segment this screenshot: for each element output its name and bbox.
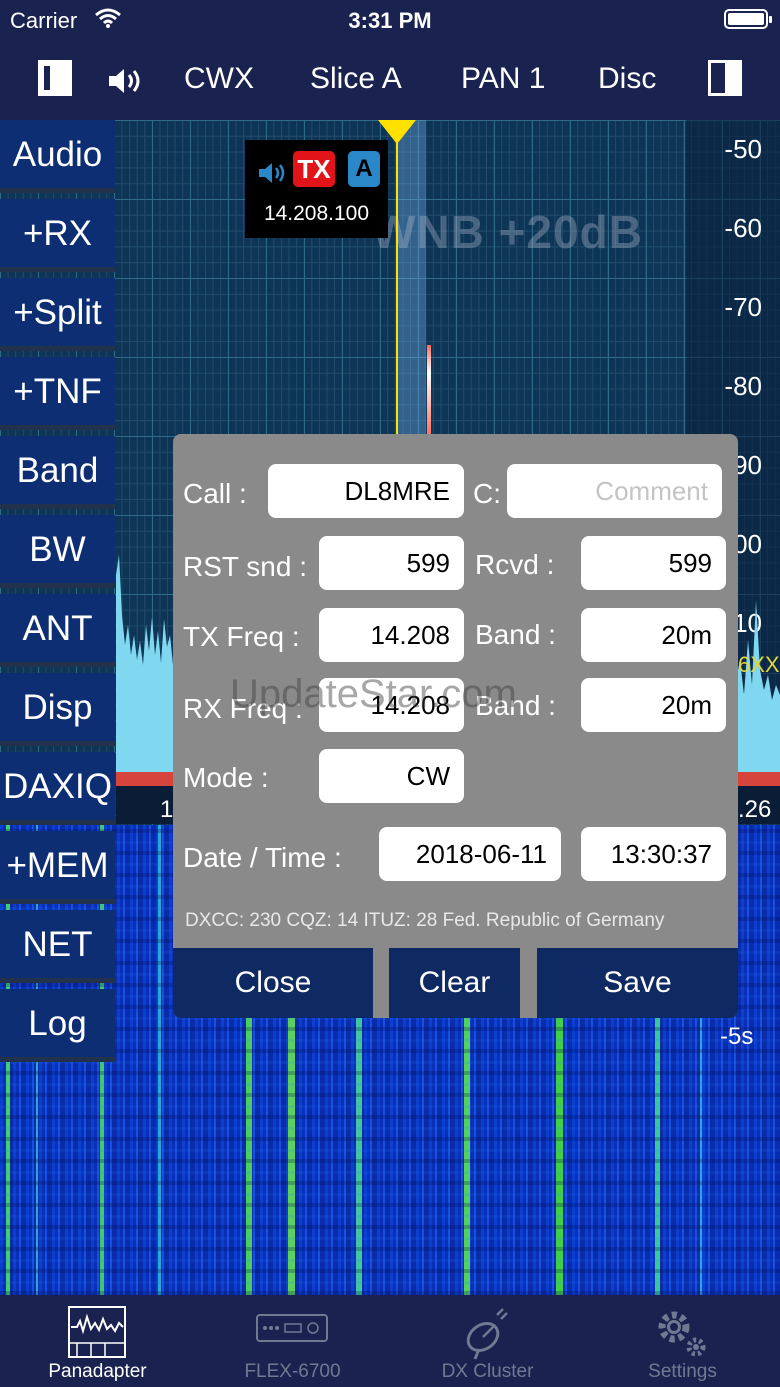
rx-band-input[interactable]: 20m — [581, 678, 726, 732]
rst-received-input[interactable]: 599 — [581, 536, 726, 590]
sidebar-item-disp[interactable]: Disp — [0, 673, 115, 746]
sidebar-item-ant[interactable]: ANT — [0, 594, 115, 667]
spectrum-trace-right — [736, 600, 780, 773]
clock: 3:31 PM — [348, 8, 432, 33]
call-label: Call : — [183, 478, 247, 509]
sidebar-item-net[interactable]: NET — [0, 910, 115, 983]
speaker-icon[interactable] — [106, 66, 146, 96]
slice-audio-icon[interactable] — [257, 160, 289, 186]
sidebar-item-audio[interactable]: Audio — [0, 120, 115, 193]
sidebar-item-log[interactable]: Log — [0, 989, 115, 1062]
sidebar-item-band[interactable]: Band — [0, 436, 115, 509]
spot-label-partial: 6XX — [738, 652, 780, 677]
rst-received-label: Rcvd : — [475, 549, 555, 580]
band-input[interactable]: 20m — [581, 608, 726, 662]
tab-label: DX Cluster — [441, 1361, 534, 1382]
tx-freq-input[interactable]: 14.208 — [319, 608, 464, 662]
spectrum-trace-left — [116, 555, 176, 773]
slice-marker-line[interactable] — [396, 130, 398, 435]
cwx-button[interactable]: CWX — [184, 62, 254, 96]
left-panel-toggle-icon[interactable] — [38, 60, 72, 96]
sidebar-item-mem[interactable]: +MEM — [0, 831, 115, 904]
tx-badge[interactable]: TX — [293, 151, 335, 187]
disc-button[interactable]: Disc — [598, 62, 656, 96]
comment-input[interactable]: Comment — [507, 464, 722, 518]
pan-button[interactable]: PAN 1 — [461, 62, 545, 96]
db-label: -60 — [724, 213, 762, 243]
sidebar-item-add-rx[interactable]: +RX — [0, 199, 115, 272]
sidebar-item-bw[interactable]: BW — [0, 515, 115, 588]
band-label: Band : — [475, 619, 556, 650]
status-bar: Carrier 3:31 PM — [0, 0, 780, 40]
radio-icon — [256, 1314, 328, 1342]
slice-flag[interactable]: TX A 14.208.100 — [245, 140, 388, 238]
slice-frequency[interactable]: 14.208.100 — [245, 202, 388, 226]
save-button[interactable]: Save — [537, 948, 738, 1018]
datetime-label: Date / Time : — [183, 842, 342, 873]
watermark: UpdateStar.com — [230, 672, 517, 716]
tab-dx-cluster[interactable]: DX Cluster — [390, 1295, 585, 1387]
dxcc-info: DXCC: 230 CQZ: 14 ITUZ: 28 Fed. Republic… — [185, 910, 665, 931]
sidebar-item-split[interactable]: +Split — [0, 278, 115, 351]
call-input[interactable]: DL8MRE — [268, 464, 464, 518]
wnb-overlay-text: WNB +20dB — [372, 206, 643, 258]
right-panel-toggle-icon[interactable] — [708, 60, 742, 96]
time-input[interactable]: 13:30:37 — [581, 827, 726, 881]
tab-flex-6700[interactable]: FLEX-6700 — [195, 1295, 390, 1387]
mode-input[interactable]: CW — [319, 749, 464, 803]
sidebar-item-tnf[interactable]: +TNF — [0, 357, 115, 430]
db-label: -70 — [724, 292, 762, 322]
satellite-dish-icon — [466, 1308, 508, 1360]
comment-label: C: — [473, 478, 501, 509]
tab-label: FLEX-6700 — [244, 1361, 341, 1382]
close-button[interactable]: Close — [173, 948, 373, 1018]
freq-tick-label: .26 — [738, 796, 772, 823]
slice-letter-badge[interactable]: A — [348, 151, 380, 187]
waterfall-time-label: -5s — [720, 1023, 754, 1050]
mode-label: Mode : — [183, 762, 269, 793]
gear-icon — [658, 1311, 706, 1357]
db-label: -50 — [724, 134, 762, 164]
rst-sent-input[interactable]: 599 — [319, 536, 464, 590]
db-label: -80 — [724, 371, 762, 401]
tab-bar: Panadapter FLEX-6700 DX Cluster Settings — [0, 1295, 780, 1387]
tx-freq-label: TX Freq : — [183, 621, 300, 652]
filter-passband[interactable] — [396, 120, 426, 435]
tab-label: Panadapter — [48, 1361, 147, 1382]
battery-icon — [724, 9, 772, 29]
freq-tick-label: 1 — [160, 796, 174, 823]
signal-peak — [427, 345, 431, 437]
tab-label: Settings — [648, 1361, 717, 1382]
tab-panadapter[interactable]: Panadapter — [0, 1295, 195, 1387]
sidebar-item-daxiq[interactable]: DAXIQ — [0, 752, 115, 825]
tab-settings[interactable]: Settings — [585, 1295, 780, 1387]
top-toolbar: CWX Slice A PAN 1 Disc — [0, 40, 780, 120]
log-entry-dialog: Call : DL8MRE C: Comment RST snd : 599 R… — [173, 434, 738, 1018]
rst-sent-label: RST snd : — [183, 551, 307, 582]
clear-button[interactable]: Clear — [389, 948, 520, 1018]
date-input[interactable]: 2018-06-11 — [379, 827, 561, 881]
slice-button[interactable]: Slice A — [310, 62, 402, 96]
panadapter-icon — [68, 1306, 126, 1358]
